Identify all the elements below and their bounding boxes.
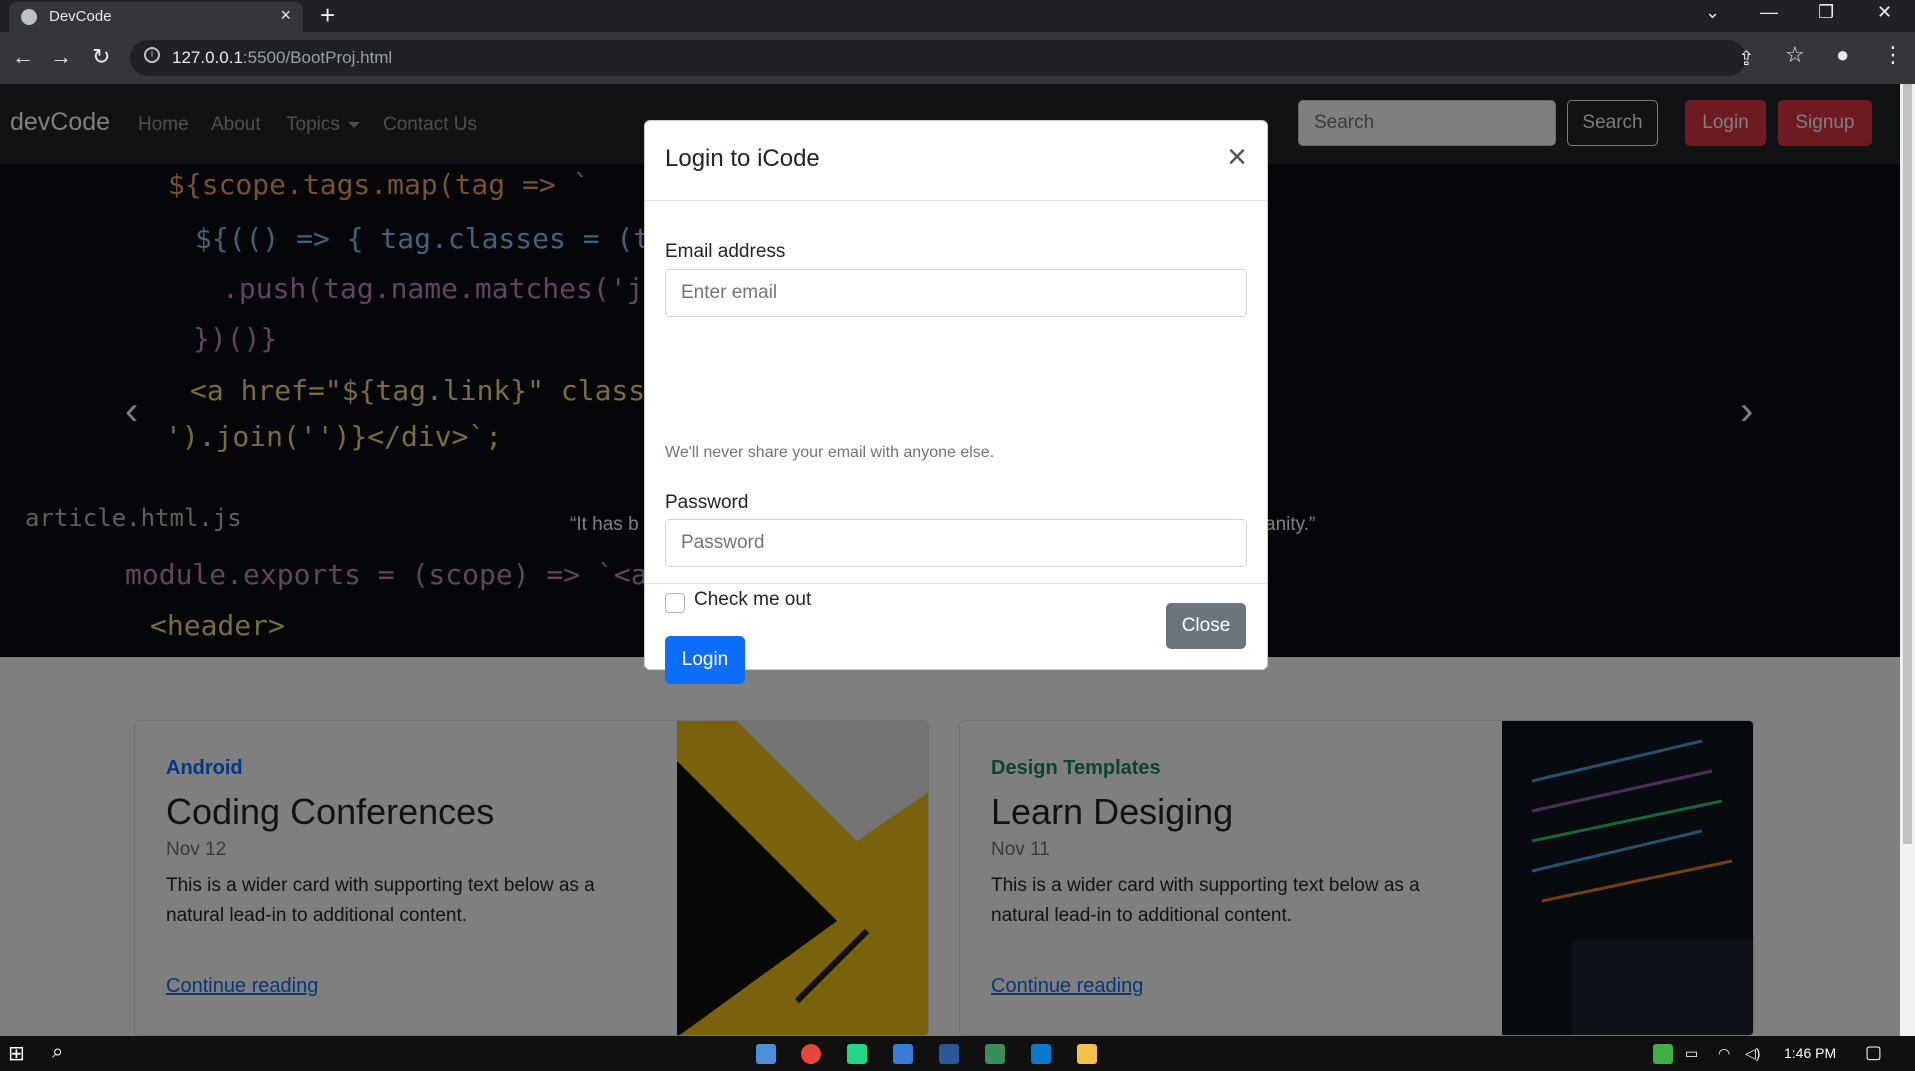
vscode-icon[interactable] bbox=[1031, 1044, 1051, 1064]
close-icon[interactable]: × bbox=[1222, 140, 1252, 174]
word-icon[interactable] bbox=[939, 1044, 959, 1064]
tab-close-icon[interactable]: × bbox=[280, 5, 291, 26]
globe-icon bbox=[21, 9, 37, 25]
checkbox-label[interactable]: Check me out bbox=[694, 589, 811, 611]
password-label: Password bbox=[665, 492, 749, 513]
file-explorer-icon[interactable] bbox=[1077, 1044, 1097, 1064]
url-path: :5500/BootProj.html bbox=[242, 48, 393, 67]
close-window-icon[interactable]: ✕ bbox=[1877, 2, 1892, 23]
modal-close-button[interactable]: Close bbox=[1166, 603, 1246, 649]
wifi-icon[interactable]: ◠ bbox=[1718, 1045, 1730, 1062]
reload-icon[interactable]: ↻ bbox=[92, 44, 110, 70]
notification-icon[interactable]: ▢ bbox=[1865, 1042, 1882, 1063]
email-field[interactable] bbox=[665, 269, 1247, 317]
windows-taskbar: ⊞ ⌕ ▭ ◠ ◁) 1:46 PM ▢ bbox=[0, 1036, 1915, 1071]
app-icon[interactable] bbox=[756, 1044, 776, 1064]
clock-time[interactable]: 1:46 PM bbox=[1784, 1045, 1836, 1061]
app-icon[interactable] bbox=[893, 1044, 913, 1064]
url-text: 127.0.0.1:5500/BootProj.html bbox=[172, 48, 392, 68]
bookmark-star-icon[interactable]: ☆ bbox=[1785, 42, 1805, 68]
profile-icon[interactable]: ● bbox=[1836, 42, 1849, 68]
pycharm-icon[interactable] bbox=[847, 1044, 867, 1064]
forward-icon[interactable]: → bbox=[50, 44, 72, 70]
new-tab-button[interactable]: + bbox=[320, 1, 335, 29]
login-submit-button[interactable]: Login bbox=[665, 636, 745, 684]
modal-header: Login to iCode × bbox=[645, 121, 1267, 201]
windows-start-icon[interactable]: ⊞ bbox=[8, 1041, 25, 1066]
url-host: 127.0.0.1 bbox=[172, 48, 243, 67]
browser-tab[interactable]: DevCode × bbox=[9, 2, 303, 32]
page-scrollbar[interactable] bbox=[1900, 84, 1915, 1036]
menu-kebab-icon[interactable]: ⋮ bbox=[1882, 42, 1904, 68]
share-icon[interactable]: ⇪ bbox=[1738, 46, 1755, 71]
address-bar[interactable]: i 127.0.0.1:5500/BootProj.html ⇪ bbox=[130, 40, 1755, 76]
back-icon[interactable]: ← bbox=[12, 44, 34, 70]
scrollbar-thumb[interactable] bbox=[1903, 84, 1912, 844]
browser-toolbar: ← → ↻ i 127.0.0.1:5500/BootProj.html ⇪ ☆… bbox=[0, 32, 1915, 84]
page-viewport: devCode Home About Topics Contact Us Sea… bbox=[0, 84, 1900, 1036]
modal-title: Login to iCode bbox=[665, 145, 820, 172]
email-help-text: We'll never share your email with anyone… bbox=[665, 444, 995, 461]
chrome-icon[interactable] bbox=[801, 1044, 821, 1064]
volume-icon[interactable]: ◁) bbox=[1745, 1045, 1760, 1062]
site-info-icon[interactable]: i bbox=[144, 47, 160, 63]
login-modal: Login to iCode × Email address We'll nev… bbox=[644, 120, 1268, 684]
check-me-out-checkbox[interactable] bbox=[665, 593, 685, 613]
tray-app-icon[interactable] bbox=[1653, 1044, 1673, 1064]
app-icon[interactable] bbox=[985, 1044, 1005, 1064]
tab-title: DevCode bbox=[49, 8, 112, 25]
modal-footer-divider bbox=[645, 583, 1267, 584]
email-label: Email address bbox=[665, 241, 786, 262]
restore-icon[interactable]: ❐ bbox=[1818, 2, 1834, 23]
password-field[interactable] bbox=[665, 519, 1247, 567]
minimize-icon[interactable]: — bbox=[1760, 2, 1778, 23]
tab-search-icon[interactable]: ⌄ bbox=[1705, 2, 1720, 23]
battery-icon[interactable]: ▭ bbox=[1685, 1045, 1698, 1062]
browser-tab-strip: DevCode × + ⌄ — ❐ ✕ bbox=[0, 0, 1915, 32]
search-icon[interactable]: ⌕ bbox=[52, 1041, 63, 1064]
